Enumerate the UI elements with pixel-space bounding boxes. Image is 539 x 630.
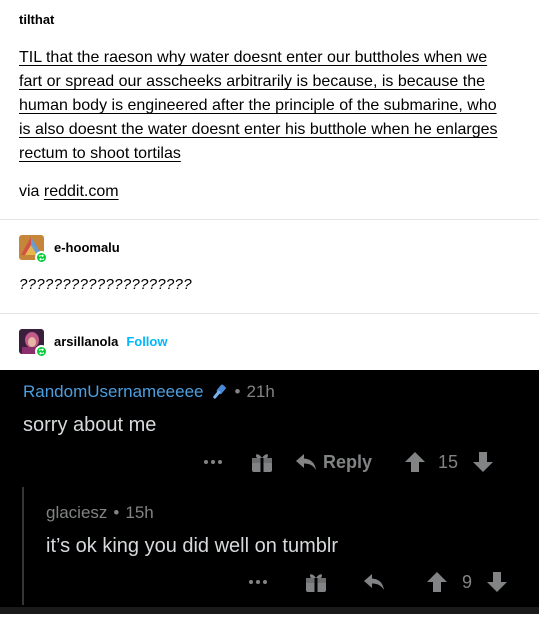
reply-icon: Reply <box>295 452 372 473</box>
award-icon <box>250 450 274 474</box>
award-icon <box>304 570 328 594</box>
comment-username: RandomUsernameeeee <box>23 382 204 401</box>
post-body-line: rectum to shoot tortilas <box>19 145 181 162</box>
follow-button[interactable]: Follow <box>126 334 167 349</box>
separator-dot: • <box>234 382 241 401</box>
reblog-text: ???????????????????? <box>19 276 192 293</box>
upvote-icon <box>426 571 448 593</box>
reblog-username[interactable]: arsillanola <box>54 334 118 349</box>
reblog-icon <box>35 345 48 358</box>
divider <box>0 313 539 314</box>
reblog-icon <box>35 251 48 264</box>
post-body-line: fart or spread our asscheeks arbitrarily… <box>19 73 486 90</box>
downvote-icon <box>486 571 508 593</box>
post-body[interactable]: TIL that the raeson why water doesnt ent… <box>19 46 519 166</box>
comment-username: glaciesz <box>46 503 108 522</box>
upvote-icon <box>404 451 426 473</box>
screenshot-bottom-bar <box>0 607 539 614</box>
avatar[interactable] <box>19 329 48 358</box>
post-body-line: human body is engineered after the princ… <box>19 97 497 114</box>
comment-body: sorry about me <box>23 414 157 436</box>
reply-label: Reply <box>323 451 373 472</box>
blog-name[interactable]: tilthat <box>19 12 54 27</box>
tool-icon <box>209 382 229 402</box>
comment-actions: Reply 15 <box>200 450 520 474</box>
comment-body: it’s ok king you did well on tumblr <box>46 535 338 557</box>
avatar[interactable] <box>19 235 48 264</box>
more-icon <box>202 458 224 466</box>
reply-icon <box>363 572 385 592</box>
post-body-line: is also doesnt the water doesnt enter hi… <box>19 121 498 138</box>
thread-line <box>22 487 24 605</box>
vote-count: 15 <box>438 451 459 472</box>
comment-actions: 9 <box>247 570 527 594</box>
comment-header: RandomUsernameeeee • 21h <box>23 382 275 402</box>
vote-count: 9 <box>462 571 473 592</box>
via-label: via <box>19 183 40 200</box>
separator-dot: • <box>113 503 120 522</box>
comment-time: 15h <box>125 503 154 522</box>
reblog-header: e-hoomalu <box>19 235 120 264</box>
comment-time: 21h <box>246 382 275 401</box>
post-body-line: TIL that the raeson why water doesnt ent… <box>19 49 488 66</box>
reblog-header: arsillanola Follow <box>19 329 167 358</box>
downvote-icon <box>472 451 494 473</box>
via-source: via reddit.com <box>19 181 119 203</box>
comment-header: glaciesz • 15h <box>46 503 154 523</box>
more-icon <box>247 578 269 586</box>
via-link[interactable]: reddit.com <box>44 183 119 200</box>
reblog-username[interactable]: e-hoomalu <box>54 240 120 255</box>
divider <box>0 219 539 220</box>
